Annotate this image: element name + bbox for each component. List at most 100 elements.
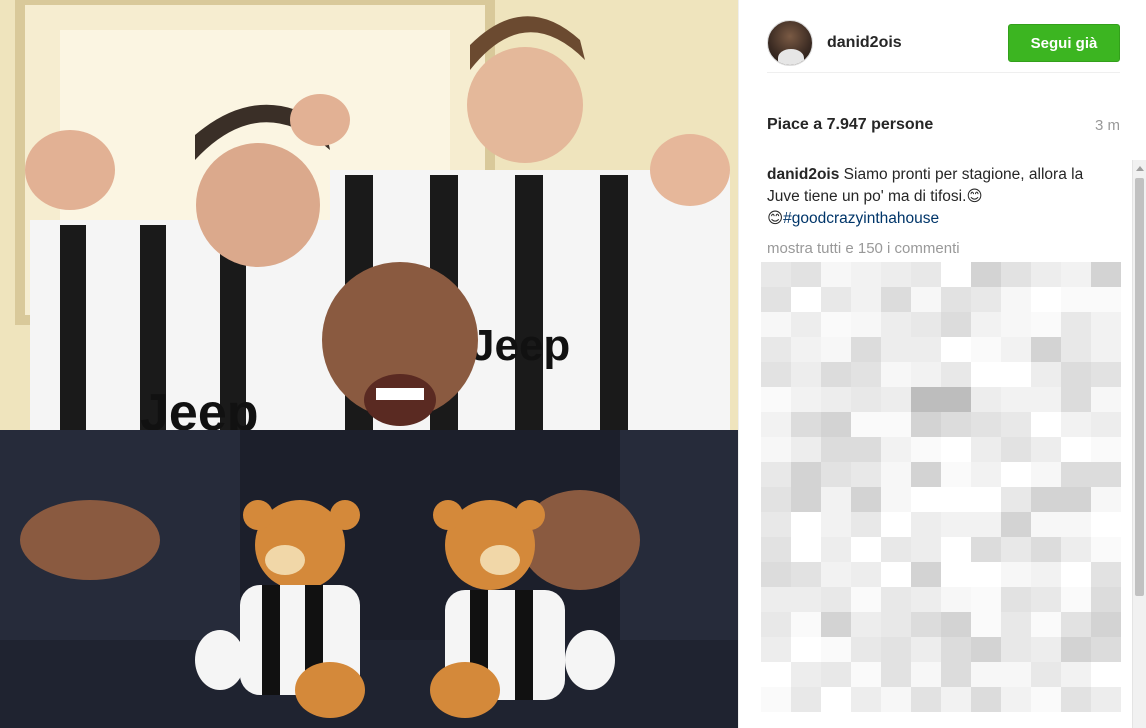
pixel-block xyxy=(851,587,881,612)
follow-button[interactable]: Segui già xyxy=(1008,24,1120,62)
pixel-block xyxy=(851,637,881,662)
instagram-post-frame: Jeep Jeep danid2ois Segui già Piace a 7.… xyxy=(0,0,1146,728)
pixel-block xyxy=(1091,662,1121,687)
pixel-block xyxy=(761,487,791,512)
svg-text:Jeep: Jeep xyxy=(470,321,570,370)
pixel-block xyxy=(911,462,941,487)
pixel-block xyxy=(1091,337,1121,362)
pixel-block xyxy=(1001,312,1031,337)
pixel-block xyxy=(1031,537,1061,562)
pixel-block xyxy=(851,612,881,637)
pixel-block xyxy=(1061,437,1091,462)
pixel-block xyxy=(971,612,1001,637)
pixel-block xyxy=(851,262,881,287)
pixel-block xyxy=(821,262,851,287)
pixel-block xyxy=(821,587,851,612)
pixel-block xyxy=(791,512,821,537)
pixel-block xyxy=(881,337,911,362)
pixel-block xyxy=(941,587,971,612)
pixel-block xyxy=(1091,637,1121,662)
pixel-block xyxy=(821,287,851,312)
pixel-block xyxy=(1001,512,1031,537)
pixel-block xyxy=(911,587,941,612)
pixel-block xyxy=(971,462,1001,487)
pixel-block xyxy=(791,437,821,462)
pixel-block xyxy=(1001,437,1031,462)
pixel-block xyxy=(1001,587,1031,612)
show-all-comments-link[interactable]: mostra tutti e 150 i commenti xyxy=(767,240,960,257)
post-photo[interactable]: Jeep Jeep xyxy=(0,0,738,728)
pixel-block xyxy=(1061,612,1091,637)
pixel-block xyxy=(971,537,1001,562)
pixel-block xyxy=(821,687,851,712)
pixel-block xyxy=(761,312,791,337)
likes-count[interactable]: Piace a 7.947 persone xyxy=(767,116,933,134)
pixel-block xyxy=(1091,687,1121,712)
caption-username[interactable]: danid2ois xyxy=(767,166,839,183)
pixel-block xyxy=(761,662,791,687)
pixel-block xyxy=(761,337,791,362)
pixel-block xyxy=(971,487,1001,512)
pixel-block xyxy=(1001,362,1031,387)
pixel-block xyxy=(791,362,821,387)
pixel-block xyxy=(1001,537,1031,562)
pixel-block xyxy=(851,512,881,537)
pixel-block xyxy=(761,612,791,637)
pixel-block xyxy=(851,437,881,462)
pixel-block xyxy=(821,487,851,512)
pixel-block xyxy=(761,637,791,662)
pixel-block xyxy=(1001,412,1031,437)
hashtag-link[interactable]: #goodcrazyinthahouse xyxy=(783,210,939,227)
pixel-block xyxy=(881,587,911,612)
pixel-block xyxy=(821,512,851,537)
photo-illustration: Jeep Jeep xyxy=(0,0,738,728)
pixel-block xyxy=(881,312,911,337)
pixel-block xyxy=(1031,637,1061,662)
header-username[interactable]: danid2ois xyxy=(827,34,902,52)
pixel-block xyxy=(911,662,941,687)
comments-pixelated xyxy=(761,262,1121,712)
pixel-block xyxy=(1091,387,1121,412)
pixel-block xyxy=(971,637,1001,662)
pixel-block xyxy=(881,437,911,462)
pixel-block xyxy=(911,337,941,362)
pixel-block xyxy=(1091,412,1121,437)
pixel-block xyxy=(911,437,941,462)
scrollbar-thumb[interactable] xyxy=(1135,178,1144,596)
pixel-block xyxy=(941,387,971,412)
pixel-block xyxy=(851,412,881,437)
pixel-block xyxy=(1061,262,1091,287)
pixel-block xyxy=(791,487,821,512)
pixel-block xyxy=(1001,262,1031,287)
comments-scrollbar[interactable] xyxy=(1132,160,1146,728)
pixel-block xyxy=(881,412,911,437)
pixel-block xyxy=(1031,287,1061,312)
pixel-block xyxy=(881,487,911,512)
pixel-block xyxy=(1031,512,1061,537)
pixel-block xyxy=(911,512,941,537)
pixel-block xyxy=(821,337,851,362)
pixel-block xyxy=(971,262,1001,287)
pixel-block xyxy=(851,287,881,312)
pixel-block xyxy=(941,487,971,512)
pixel-block xyxy=(1001,637,1031,662)
pixel-block xyxy=(881,637,911,662)
pixel-block xyxy=(911,412,941,437)
pixel-block xyxy=(911,387,941,412)
pixel-block xyxy=(791,587,821,612)
pixel-block xyxy=(1091,262,1121,287)
pixel-block xyxy=(941,262,971,287)
pixel-block xyxy=(1091,312,1121,337)
scroll-up-arrow-icon[interactable] xyxy=(1136,166,1144,171)
pixel-block xyxy=(791,537,821,562)
pixel-block xyxy=(851,537,881,562)
pixel-block xyxy=(1001,662,1031,687)
pixel-block xyxy=(1091,487,1121,512)
post-time[interactable]: 3 m xyxy=(1095,117,1120,134)
pixel-block xyxy=(1061,462,1091,487)
pixel-block xyxy=(821,537,851,562)
pixel-block xyxy=(851,487,881,512)
pixel-block xyxy=(911,262,941,287)
post-sidebar: danid2ois Segui già Piace a 7.947 person… xyxy=(738,0,1146,728)
user-avatar[interactable] xyxy=(767,20,813,66)
